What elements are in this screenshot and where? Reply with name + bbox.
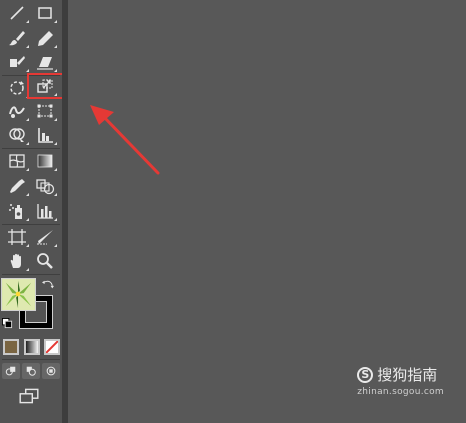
sogou-logo-icon: S — [357, 366, 374, 383]
watermark-url: zhinan.sogou.com — [357, 387, 444, 397]
watermark: S 搜狗指南 zhinan.sogou.com — [357, 364, 444, 397]
watermark-title: 搜狗指南 — [377, 366, 438, 384]
annotation-arrow — [90, 105, 160, 175]
